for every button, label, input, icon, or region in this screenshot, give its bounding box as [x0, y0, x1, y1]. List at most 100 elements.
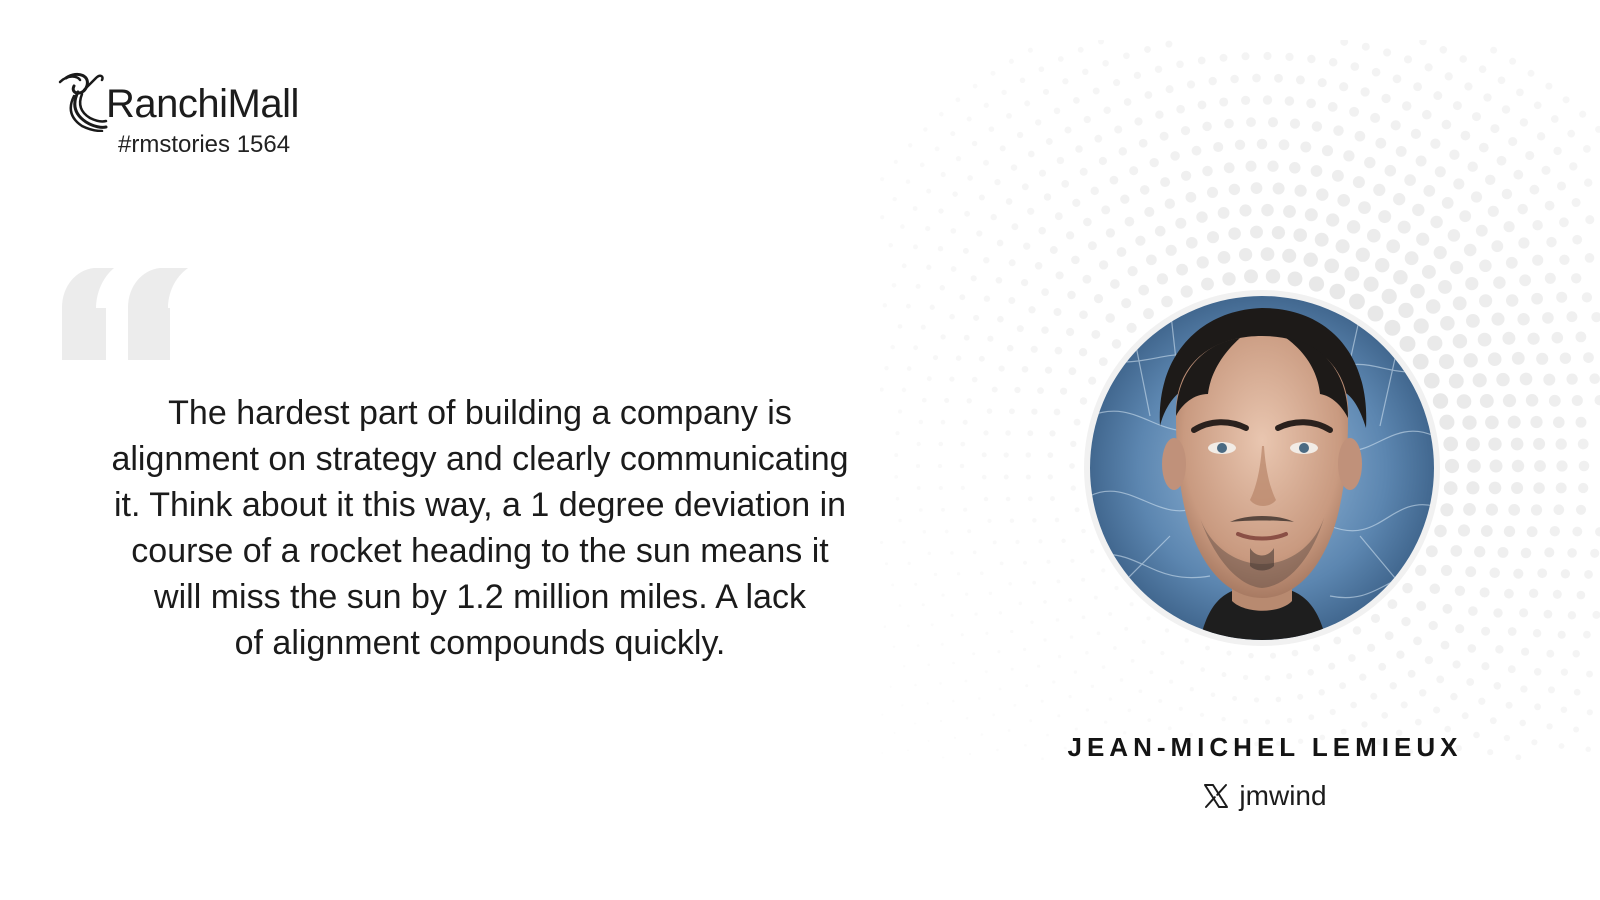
halftone-dot — [1525, 150, 1535, 161]
halftone-dot — [1423, 372, 1440, 389]
halftone-dot — [1461, 712, 1469, 720]
halftone-dot — [968, 752, 972, 756]
halftone-dot — [1034, 262, 1043, 270]
halftone-dot — [1583, 145, 1591, 153]
halftone-dot — [972, 652, 976, 656]
halftone-dot — [1123, 98, 1132, 106]
halftone-dot — [1068, 367, 1077, 376]
halftone-dot — [1518, 237, 1530, 249]
halftone-dot — [1126, 322, 1137, 333]
halftone-dot — [966, 398, 972, 404]
halftone-dot — [1180, 170, 1192, 181]
halftone-dot — [902, 664, 906, 668]
halftone-dot — [955, 355, 962, 361]
halftone-dot — [1078, 348, 1088, 357]
quote-line: The hardest part of building a company i… — [168, 394, 792, 432]
halftone-dot — [1399, 335, 1416, 352]
halftone-dot — [1040, 699, 1044, 703]
halftone-dot — [889, 685, 892, 688]
halftone-dot — [1576, 590, 1586, 600]
halftone-dot — [1544, 272, 1556, 284]
halftone-dot — [1433, 91, 1443, 101]
halftone-dot — [1364, 156, 1376, 169]
halftone-dot — [1179, 660, 1185, 665]
halftone-dot — [1108, 612, 1113, 616]
halftone-dot — [1085, 651, 1089, 655]
halftone-dot — [941, 593, 945, 597]
halftone-dot — [1143, 308, 1154, 320]
halftone-dot — [1352, 176, 1365, 189]
halftone-dot — [1530, 504, 1543, 516]
halftone-dot — [1501, 188, 1513, 200]
halftone-dot — [1505, 256, 1518, 269]
halftone-dot — [1009, 518, 1015, 523]
halftone-dot — [937, 463, 943, 469]
social-handle[interactable]: jmwind — [1040, 780, 1490, 812]
halftone-dot — [1583, 352, 1594, 363]
halftone-dot — [1466, 481, 1480, 495]
halftone-dot — [1552, 589, 1562, 599]
halftone-dot — [1487, 205, 1499, 217]
halftone-dot — [1226, 650, 1232, 656]
halftone-dot — [1414, 718, 1422, 726]
halftone-dot — [891, 282, 897, 288]
halftone-dot — [1550, 115, 1559, 123]
halftone-dot — [1097, 40, 1105, 45]
halftone-dot — [1433, 706, 1441, 714]
halftone-dot — [1329, 283, 1346, 300]
quote-line: alignment on strategy and clearly commun… — [111, 440, 849, 478]
halftone-dot — [1269, 652, 1277, 659]
halftone-dot — [1493, 276, 1506, 289]
halftone-dot — [1155, 110, 1164, 119]
halftone-dot — [1367, 643, 1376, 652]
halftone-dot — [1308, 276, 1325, 292]
halftone-dot — [1465, 277, 1479, 291]
halftone-dot — [981, 474, 987, 480]
halftone-dot — [1217, 251, 1231, 264]
halftone-dot — [995, 276, 1003, 284]
halftone-dot — [1530, 415, 1543, 429]
halftone-dot — [1219, 53, 1228, 62]
halftone-dot — [918, 508, 923, 512]
halftone-dot — [1034, 119, 1042, 126]
halftone-dot — [1197, 56, 1206, 65]
halftone-dot — [1329, 708, 1336, 716]
halftone-dot — [963, 507, 968, 512]
halftone-dot — [1567, 129, 1576, 138]
halftone-dot — [1383, 48, 1392, 57]
story-tag: #rmstories 1564 — [118, 131, 291, 158]
halftone-dot — [1135, 235, 1146, 246]
halftone-dot — [1030, 620, 1034, 624]
halftone-dot — [976, 230, 983, 237]
halftone-dot — [1460, 130, 1471, 141]
halftone-dot — [881, 751, 884, 754]
halftone-dot — [1573, 726, 1580, 733]
halftone-dot — [1474, 546, 1486, 558]
halftone-dot — [1082, 274, 1092, 284]
halftone-dot — [1350, 62, 1360, 71]
halftone-dot — [1001, 89, 1007, 96]
halftone-dot — [1223, 162, 1235, 174]
halftone-dot — [1358, 201, 1371, 215]
halftone-dot — [1263, 51, 1272, 61]
halftone-dot — [1401, 101, 1412, 111]
halftone-dot — [997, 315, 1004, 323]
halftone-dot — [1286, 717, 1293, 724]
halftone-dot — [1165, 85, 1174, 94]
halftone-dot — [1413, 636, 1422, 646]
halftone-dot — [1559, 352, 1572, 364]
halftone-dot — [1274, 73, 1283, 83]
halftone-dot — [998, 687, 1002, 691]
halftone-dot — [1349, 106, 1360, 117]
halftone-dot — [1085, 708, 1090, 712]
halftone-dot — [1134, 117, 1143, 126]
halftone-dot — [1037, 387, 1044, 394]
halftone-dot — [1196, 211, 1208, 223]
halftone-dot — [1447, 229, 1461, 242]
halftone-dot — [1567, 611, 1577, 620]
halftone-dot — [1294, 184, 1307, 197]
halftone-dot — [884, 366, 889, 371]
halftone-dot — [950, 228, 957, 234]
halftone-dot — [1098, 260, 1109, 270]
halftone-dot — [1457, 524, 1471, 537]
